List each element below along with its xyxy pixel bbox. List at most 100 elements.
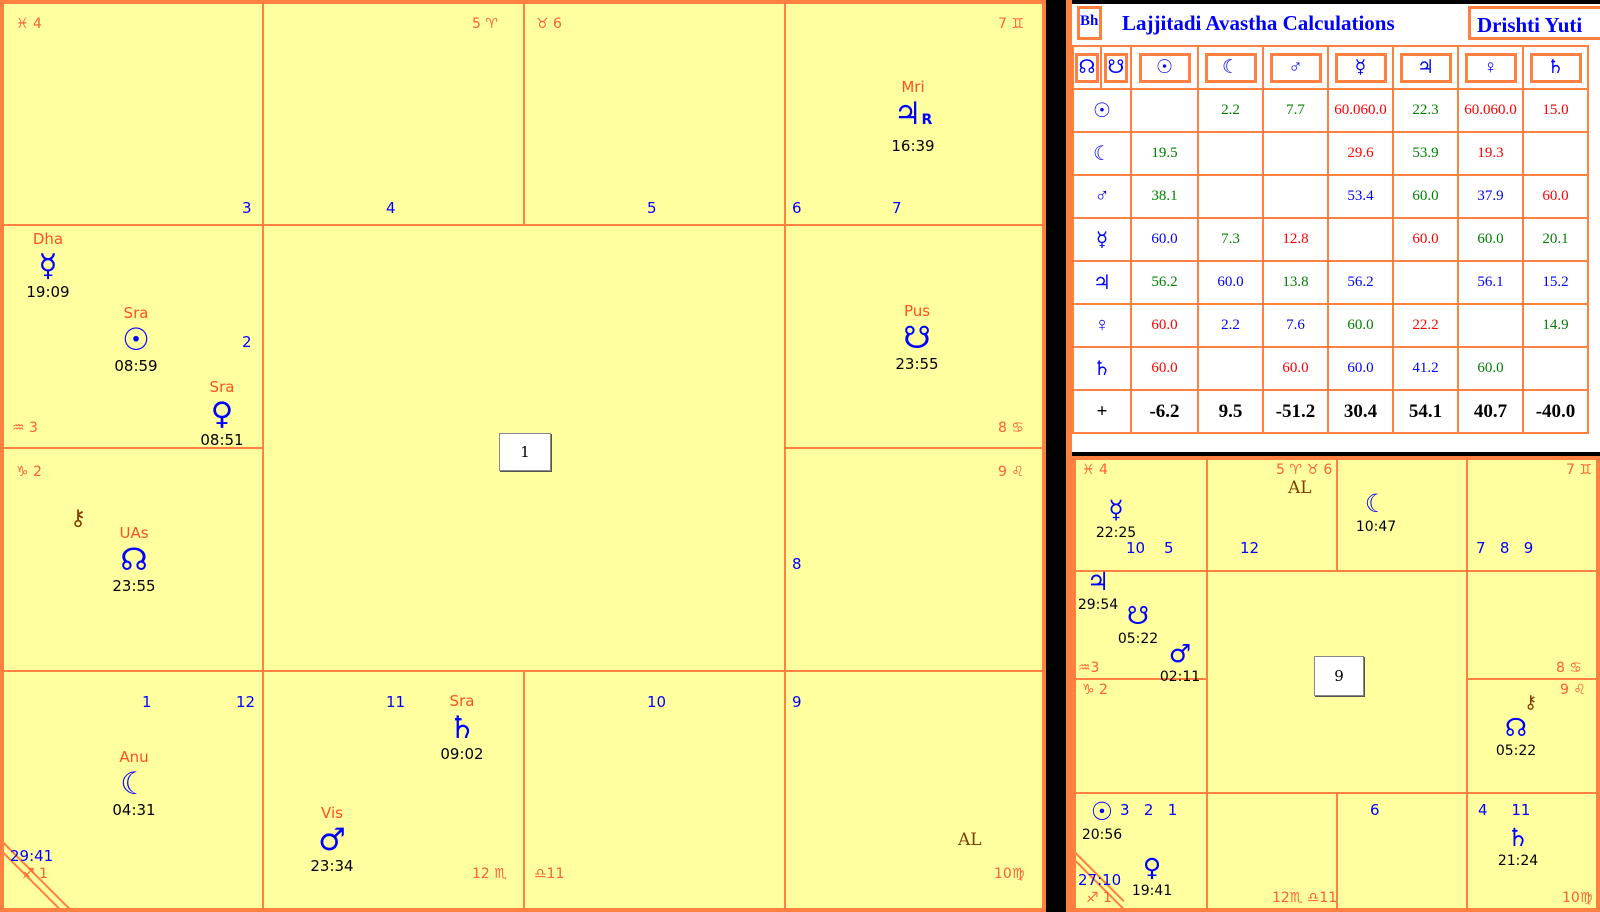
row-planet-icon: ♂ [1072, 174, 1132, 219]
table-cell: 60.0 [1327, 303, 1394, 348]
header-cell[interactable]: ☾ [1197, 45, 1264, 90]
planet-rahu[interactable]: UAs ☊ 23:55 [94, 526, 174, 596]
planet-header-icon: ☊ [1075, 52, 1099, 83]
sign-pisces: ♓ 4 [1082, 462, 1108, 478]
row-planet-icon: ☉ [1072, 88, 1132, 133]
planet-mercury[interactable]: Dha ☿ 19:09 [8, 230, 88, 302]
table-cell: 22.3 [1392, 88, 1459, 133]
header-cell[interactable]: ☉ [1130, 45, 1199, 90]
planet-header-icon: ♂ [1269, 52, 1322, 83]
planet-mercury[interactable]: ☿ 22:25 [1076, 496, 1156, 542]
house-number: 2 [242, 333, 252, 351]
drishti-yuti-tab[interactable]: Drishti Yuti [1468, 6, 1600, 40]
table-cell [1197, 131, 1264, 176]
table-row: ♂ 38.1 53.4 60.0 37.9 60.0 [1072, 174, 1589, 219]
sign-capricorn: ♑ 2 [16, 464, 42, 480]
totals-label: + [1072, 389, 1132, 434]
total-cell: -51.2 [1262, 389, 1329, 434]
table-cell: 19.5 [1130, 131, 1199, 176]
chart-center-button[interactable]: 9 [1314, 656, 1364, 696]
drishti-yuti-label: Drishti Yuti [1477, 13, 1583, 37]
table-row: ♃ 56.2 60.0 13.8 56.2 56.1 15.2 [1072, 260, 1589, 305]
table-row: ☾ 19.5 29.6 53.9 19.3 [1072, 131, 1589, 176]
table-cell: 60.0 [1262, 346, 1329, 391]
grid-line [1466, 678, 1596, 680]
table-cell: 38.1 [1130, 174, 1199, 219]
house-number: 4 11 [1478, 801, 1531, 819]
header-cell[interactable]: ☊ [1072, 45, 1102, 90]
house-number: 5 [1164, 539, 1174, 557]
total-cell: 9.5 [1197, 389, 1264, 434]
bh-tab[interactable]: Bh [1077, 6, 1102, 40]
sun-icon: ☉ [1090, 797, 1114, 826]
sign-cancer: 8 ♋ [1556, 660, 1582, 676]
house-number: 12 [1240, 539, 1260, 557]
header-cell[interactable]: ♄ [1522, 45, 1589, 90]
planet-venus[interactable]: Sra ♀ 08:51 [182, 380, 262, 450]
arudha-lagna-label: AL [1288, 478, 1312, 498]
table-cell: 7.7 [1262, 88, 1329, 133]
table-row: ☉ 2.2 7.7 60.060.0 22.3 60.060.0 15.0 [1072, 88, 1589, 133]
table-cell [1327, 217, 1394, 262]
grid-line [4, 224, 1042, 226]
house-number: 10 [1126, 539, 1146, 557]
table-row: ♀ 60.0 2.2 7.6 60.0 22.2 14.9 [1072, 303, 1589, 348]
house-number: 9 [792, 693, 802, 711]
header-cell[interactable]: ☿ [1327, 45, 1394, 90]
planet-moon[interactable]: ☾ 10:47 [1336, 490, 1416, 536]
header-cell[interactable]: ♂ [1262, 45, 1329, 90]
nakshatra-label: Sra [449, 692, 475, 710]
mars-icon: ♂ [318, 822, 346, 858]
nakshatra-label: Sra [123, 304, 149, 322]
house-number: 10 [647, 693, 667, 711]
sign-scorpio: 12 ♏ [472, 866, 507, 882]
panel-separator [1072, 452, 1600, 456]
ketu-icon: ☋ [903, 320, 931, 356]
sun-icon: ☉ [122, 322, 150, 358]
sign-leo: 9 ♌ [1560, 682, 1586, 698]
planet-jupiter[interactable]: Mri ♃R 16:39 [873, 80, 953, 156]
table-cell: 60.0 [1392, 174, 1459, 219]
degree-label: 23:55 [895, 355, 939, 373]
planet-ketu[interactable]: Pus ☋ 23:55 [877, 302, 957, 374]
planet-saturn[interactable]: ♄ 21:24 [1478, 824, 1558, 870]
saturn-icon: ♄ [448, 710, 476, 746]
planet-mars[interactable]: Vis ♂ 23:34 [292, 806, 372, 876]
moon-icon: ☾ [1364, 489, 1388, 518]
table-cell: 60.0 [1457, 217, 1524, 262]
nakshatra-label: Pus [903, 302, 931, 320]
table-cell: 56.2 [1130, 260, 1199, 305]
total-cell: 30.4 [1327, 389, 1394, 434]
planet-saturn[interactable]: Sra ♄ 09:02 [422, 692, 502, 764]
planet-moon[interactable]: Anu ☾ 04:31 [94, 750, 174, 820]
sign-leo: 9 ♌ [998, 464, 1024, 480]
header-cell[interactable]: ♀ [1457, 45, 1524, 90]
row-planet-icon: ♃ [1072, 260, 1132, 305]
degree-label: 16:39 [891, 137, 935, 155]
total-cell: -6.2 [1130, 389, 1199, 434]
header-cell[interactable]: ♃ [1392, 45, 1459, 90]
planet-rahu[interactable]: ☊ 05:22 [1476, 714, 1556, 760]
planet-mars[interactable]: ♂ 02:11 [1140, 640, 1220, 686]
degree-label: 23:34 [310, 857, 354, 875]
degree-label: 22:25 [1095, 525, 1137, 541]
grid-line [784, 447, 1042, 449]
chart-center-button[interactable]: 1 [499, 433, 551, 471]
table-cell: 14.9 [1522, 303, 1589, 348]
header-cell[interactable]: ☋ [1100, 45, 1132, 90]
planet-header-icon: ♄ [1529, 52, 1582, 83]
table-header-row: ☊ ☋ ☉ ☾ ♂ ☿ ♃ ♀ ♄ [1072, 45, 1589, 90]
planet-venus[interactable]: ♀ 19:41 [1112, 854, 1192, 900]
planet-sun[interactable]: Sra ☉ 08:59 [96, 304, 176, 376]
table-cell: 19.3 [1457, 131, 1524, 176]
total-cell: 54.1 [1392, 389, 1459, 434]
rahu-icon: ☊ [1504, 713, 1528, 742]
table-cell: 60.0 [1522, 174, 1589, 219]
table-cell: 41.2 [1392, 346, 1459, 391]
chiron-icon: ⚷ [1524, 692, 1538, 713]
table-cell: 60.0 [1327, 346, 1394, 391]
planet-header-icon: ♃ [1399, 52, 1452, 83]
nakshatra-label: Dha [32, 230, 64, 248]
ascendant-degree: 27:10 [1078, 871, 1122, 889]
planet-sun[interactable]: ☉ 20:56 [1076, 797, 1142, 844]
